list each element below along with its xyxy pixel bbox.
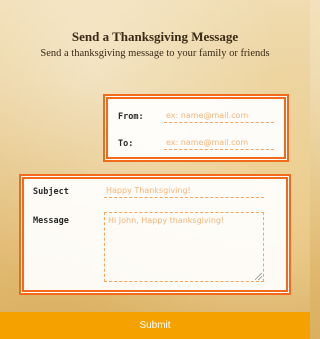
message-textarea[interactable]: Hi John, Happy thanksgiving! <box>104 212 264 282</box>
resize-handle-icon[interactable] <box>255 273 262 280</box>
to-label: To: <box>118 139 134 149</box>
to-field[interactable]: ex: name@mail.com <box>164 136 274 150</box>
page-title: Send a Thanksgiving Message <box>71 29 239 44</box>
message-label: Message <box>33 216 69 226</box>
page-subtitle: Send a thanksgiving message to your fami… <box>40 48 270 59</box>
header: Send a Thanksgiving Message Send a thank… <box>0 29 310 60</box>
message-placeholder: Hi John, Happy thanksgiving! <box>108 216 225 225</box>
submit-button[interactable]: Submit <box>0 312 310 339</box>
address-panel: From: ex: name@mail.com To: ex: name@mai… <box>106 97 286 159</box>
from-field[interactable]: ex: name@mail.com <box>164 109 274 123</box>
subject-field[interactable]: Happy Thanksgiving! <box>104 184 264 198</box>
subject-label: Subject <box>33 187 69 197</box>
from-label: From: <box>118 112 144 122</box>
message-panel: Subject Happy Thanksgiving! Message Hi J… <box>22 177 288 292</box>
